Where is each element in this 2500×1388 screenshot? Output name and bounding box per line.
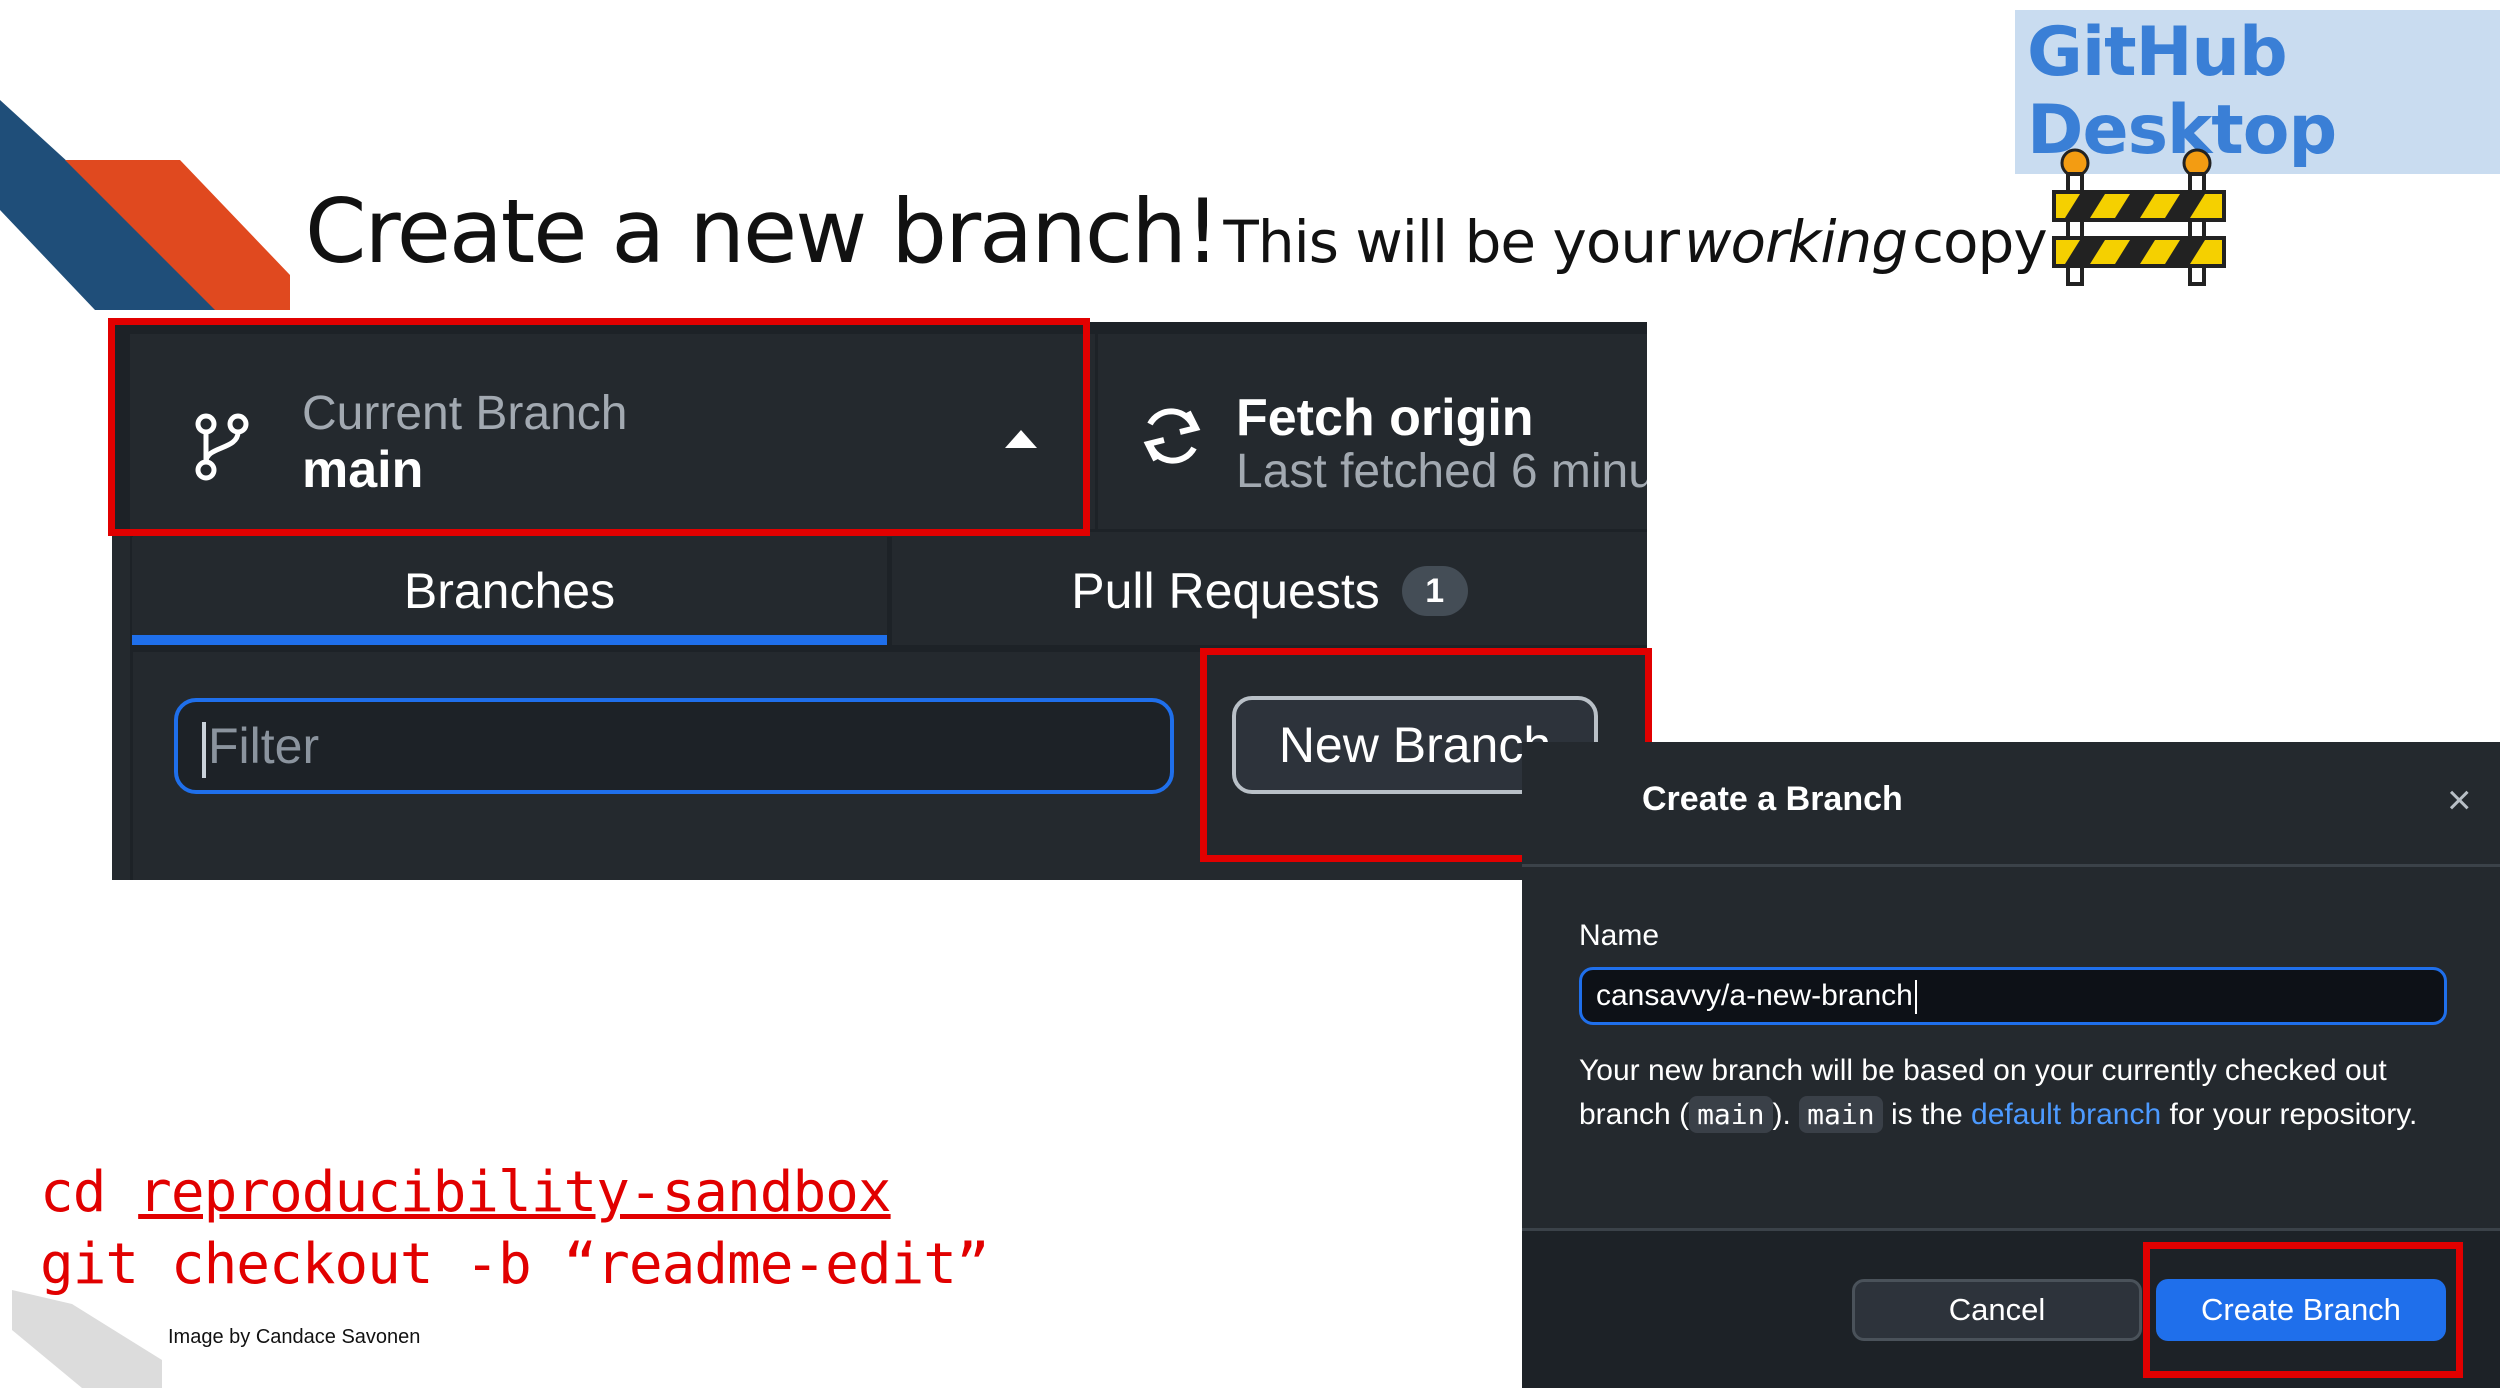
title-sub-italic: working bbox=[1684, 208, 1908, 276]
code-main-2: main bbox=[1799, 1096, 1883, 1133]
construction-barrier-icon bbox=[2052, 148, 2226, 286]
branch-name-value: cansavvy/a-new-branch bbox=[1596, 979, 1913, 1012]
fetch-origin-title: Fetch origin bbox=[1236, 389, 1534, 447]
desc-text-3: is the bbox=[1890, 1098, 1963, 1131]
dialog-title: Create a Branch bbox=[1642, 780, 1903, 818]
tab-branches[interactable]: Branches bbox=[132, 537, 887, 645]
highlight-create-branch bbox=[2143, 1242, 2463, 1378]
slide-title: Create a new branch! This will be your w… bbox=[305, 180, 2048, 283]
dialog-header: Create a Branch × bbox=[1522, 742, 2500, 867]
gray-logo-shape bbox=[12, 1290, 162, 1388]
filter-placeholder: Filter bbox=[208, 718, 320, 774]
image-credit: Image by Candace Savonen bbox=[168, 1326, 421, 1348]
title-main: Create a new branch! bbox=[305, 180, 1220, 283]
tab-pull-requests-label: Pull Requests bbox=[1071, 563, 1380, 619]
close-icon[interactable]: × bbox=[2447, 776, 2472, 824]
dialog-body: Name cansavvy/a-new-branch Your new bran… bbox=[1522, 867, 2500, 1225]
tab-pull-requests[interactable]: Pull Requests 1 bbox=[892, 537, 1647, 645]
text-cursor bbox=[1914, 980, 1917, 1015]
cd-command: cd reproducibility-sandbox bbox=[40, 1160, 892, 1225]
title-sub-after: copy bbox=[1912, 208, 2048, 276]
checkout-command: git checkout -b “readme-edit” bbox=[40, 1232, 990, 1297]
desc-text-4: for your repository. bbox=[2169, 1098, 2418, 1131]
branch-name-input[interactable]: cansavvy/a-new-branch bbox=[1579, 967, 2447, 1025]
decorative-stripes bbox=[0, 100, 290, 310]
desc-text-2: ). bbox=[1772, 1098, 1791, 1131]
tab-bar: Branches Pull Requests 1 bbox=[132, 537, 1647, 652]
fetch-origin-subtitle: Last fetched 6 minutes ago bbox=[1236, 445, 1647, 498]
branch-description: Your new branch will be based on your cu… bbox=[1579, 1049, 2459, 1137]
filter-input[interactable]: Filter bbox=[174, 698, 1174, 794]
cancel-button[interactable]: Cancel bbox=[1852, 1279, 2142, 1341]
cd-keyword: cd bbox=[40, 1160, 106, 1225]
fetch-origin-button[interactable]: Fetch origin Last fetched 6 minutes ago bbox=[1098, 334, 1647, 529]
tab-branches-label: Branches bbox=[403, 563, 616, 619]
default-branch-link[interactable]: default branch bbox=[1971, 1098, 2161, 1131]
text-cursor bbox=[202, 721, 206, 778]
code-main-1: main bbox=[1689, 1096, 1773, 1133]
highlight-current-branch bbox=[108, 318, 1090, 536]
cd-target-link[interactable]: reproducibility-sandbox bbox=[138, 1160, 891, 1225]
name-label: Name bbox=[1579, 919, 1660, 952]
tab-active-indicator bbox=[132, 635, 887, 645]
sync-icon bbox=[1143, 408, 1201, 464]
title-sub-before: This will be your bbox=[1223, 208, 1680, 276]
pull-requests-count-badge: 1 bbox=[1401, 566, 1468, 616]
